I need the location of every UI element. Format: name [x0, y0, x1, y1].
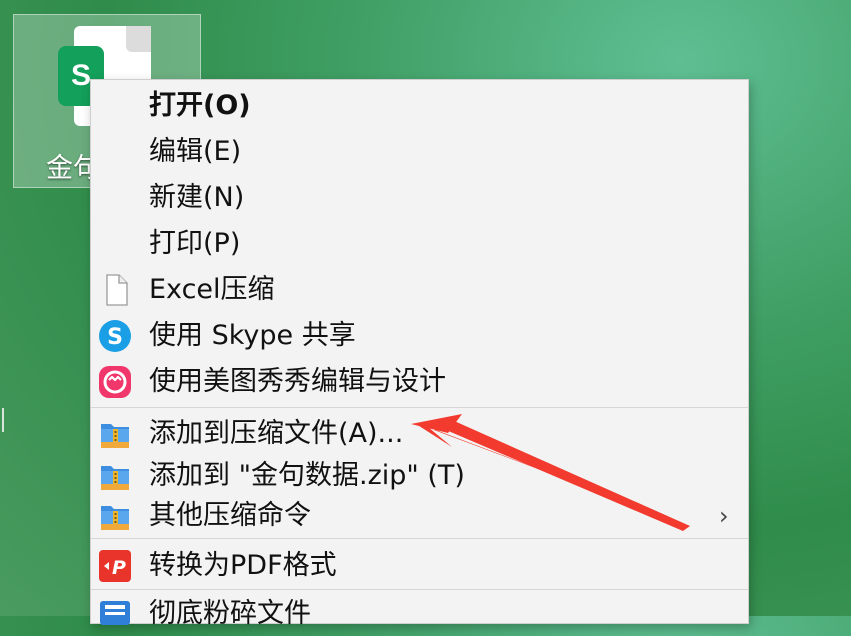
menu-item-new[interactable]: 新建(N)	[91, 176, 748, 220]
desktop-edge-mark	[2, 408, 4, 432]
menu-item-excel-compress[interactable]: Excel压缩	[91, 268, 748, 312]
menu-item-label: Excel压缩	[149, 274, 275, 305]
menu-separator	[91, 407, 748, 408]
menu-item-label: 打开(O)	[149, 90, 251, 121]
menu-item-other-compress[interactable]: 其他压缩命令 ›	[91, 494, 748, 538]
menu-item-label: 添加到压缩文件(A)...	[149, 418, 404, 449]
context-menu: 打开(O) 编辑(E) 新建(N) 打印(P) Excel压缩 S 使用 Sky…	[90, 79, 749, 629]
menu-item-label: 使用 Skype 共享	[149, 320, 356, 351]
menu-item-add-to-zip[interactable]: 添加到 "金句数据.zip" (T)	[91, 454, 748, 498]
menu-separator	[91, 538, 748, 539]
skype-icon: S	[99, 320, 131, 352]
archive-icon	[101, 506, 129, 530]
svg-text:P: P	[112, 557, 126, 579]
menu-item-label: 打印(P)	[149, 228, 241, 259]
archive-icon	[101, 424, 129, 448]
menu-item-label: 转换为PDF格式	[149, 550, 337, 581]
menu-item-shred-file[interactable]: 彻底粉碎文件	[91, 592, 748, 636]
menu-item-add-to-archive[interactable]: 添加到压缩文件(A)...	[91, 412, 748, 456]
menu-item-convert-pdf[interactable]: P 转换为PDF格式	[91, 544, 748, 588]
menu-separator	[91, 589, 748, 590]
svg-text:S: S	[107, 325, 123, 350]
meitu-icon	[99, 366, 131, 398]
archive-icon	[101, 466, 129, 490]
chevron-right-icon: ›	[719, 502, 729, 530]
menu-item-label: 新建(N)	[149, 182, 245, 213]
file-fold-corner	[126, 26, 151, 52]
menu-item-edit[interactable]: 编辑(E)	[91, 130, 748, 174]
menu-item-label: 使用美图秀秀编辑与设计	[149, 366, 446, 397]
menu-item-label: 其他压缩命令	[149, 500, 311, 531]
blank-document-icon	[106, 274, 128, 306]
pdf-convert-icon: P	[99, 550, 131, 582]
menu-item-open[interactable]: 打开(O)	[91, 84, 748, 128]
shredder-icon	[100, 601, 130, 625]
menu-item-print[interactable]: 打印(P)	[91, 222, 748, 266]
menu-item-label: 添加到 "金句数据.zip" (T)	[149, 460, 465, 491]
menu-item-label: 彻底粉碎文件	[149, 598, 311, 629]
menu-item-skype-share[interactable]: S 使用 Skype 共享	[91, 314, 748, 358]
menu-item-meitu-edit[interactable]: 使用美图秀秀编辑与设计	[91, 360, 748, 404]
menu-item-label: 编辑(E)	[149, 136, 242, 167]
